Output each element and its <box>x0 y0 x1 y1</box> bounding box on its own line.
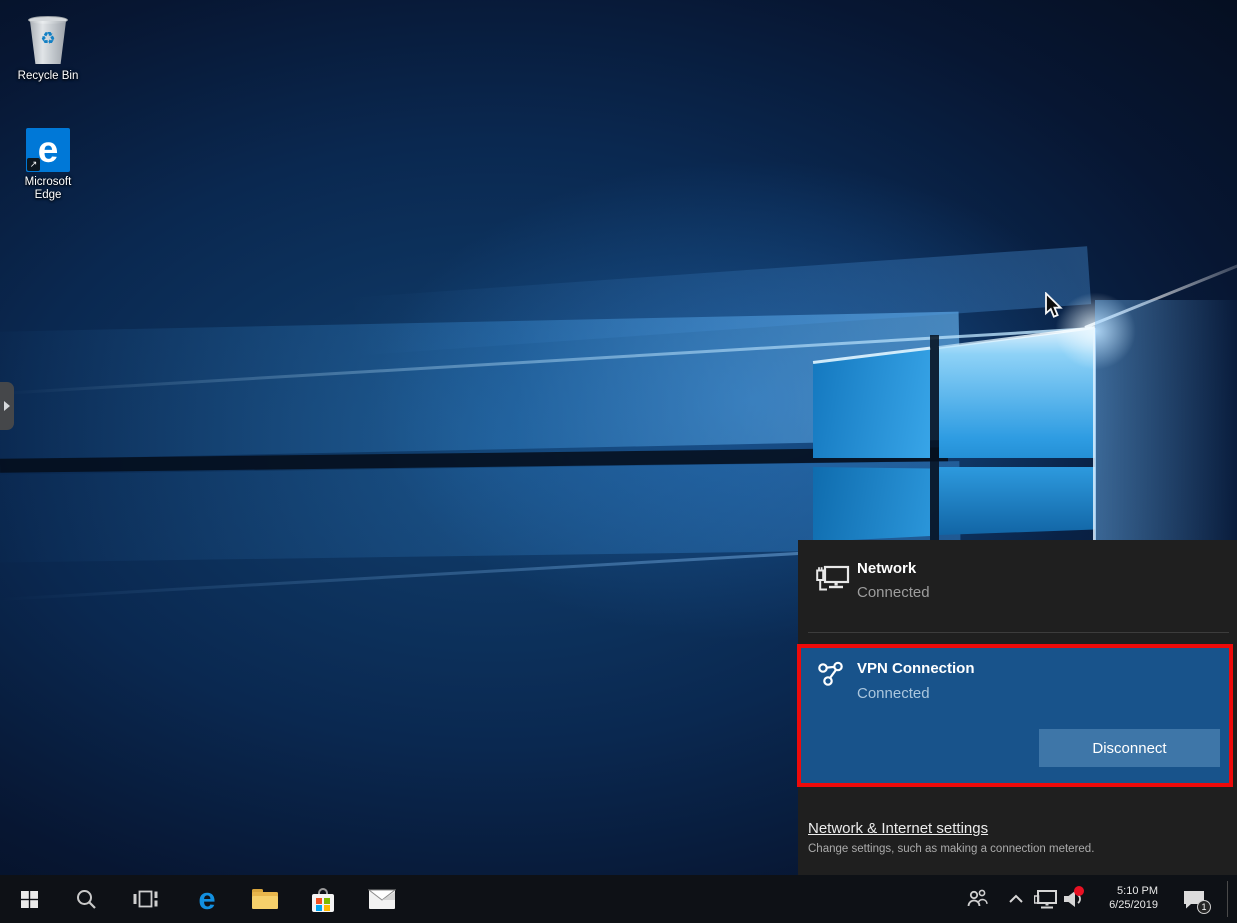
file-explorer-icon <box>252 889 278 909</box>
clock-time: 5:10 PM <box>1086 884 1158 898</box>
mail-button[interactable] <box>360 875 404 923</box>
windows-logo-pane-top-left <box>813 348 930 458</box>
ethernet-icon <box>815 564 851 596</box>
mail-icon <box>368 889 396 910</box>
search-icon <box>75 888 97 910</box>
desktop-icon-microsoft-edge[interactable]: e ↗ Microsoft Edge <box>0 128 96 202</box>
taskbar-clock[interactable]: 5:10 PM 6/25/2019 <box>1086 884 1158 912</box>
vpn-list-item[interactable]: VPN Connection Connected Disconnect <box>801 648 1229 783</box>
edge-icon: e <box>198 881 215 917</box>
vpn-status: Connected <box>857 685 930 702</box>
windows-desktop: ♻ Recycle Bin e ↗ Microsoft Edge Network <box>0 0 1237 923</box>
windows-logo-pane-bottom-right <box>939 467 1095 535</box>
edge-icon: e ↗ <box>26 128 70 172</box>
action-center-badge: 1 <box>1197 900 1211 914</box>
show-desktop-button[interactable] <box>1227 881 1228 917</box>
desktop-icon-label: Recycle Bin <box>0 70 96 83</box>
mouse-cursor <box>1043 292 1063 320</box>
desktop-icon-label: Microsoft Edge <box>18 176 78 202</box>
shortcut-arrow-icon: ↗ <box>27 158 40 171</box>
task-view-button[interactable] <box>123 875 167 923</box>
taskbar: e <box>0 875 1237 923</box>
network-list-item[interactable]: Network Connected <box>798 540 1237 632</box>
task-view-icon <box>133 887 158 911</box>
flyout-divider <box>808 632 1229 633</box>
desktop-icon-recycle-bin[interactable]: ♻ Recycle Bin <box>0 16 96 83</box>
start-button[interactable] <box>7 875 51 923</box>
recycle-bin-icon: ♻ <box>25 16 71 66</box>
network-name: Network <box>857 560 916 577</box>
volume-tray-button[interactable] <box>1058 875 1088 923</box>
wallpaper-right-glow <box>1095 300 1237 580</box>
vpn-icon <box>816 660 848 690</box>
recycle-symbol-icon: ♻ <box>25 29 71 49</box>
store-icon <box>310 886 336 913</box>
wallpaper-light-edge <box>813 347 930 364</box>
disconnect-button[interactable]: Disconnect <box>1039 729 1220 767</box>
file-explorer-button[interactable] <box>243 875 287 923</box>
windows-logo-pane-bottom-left <box>813 467 930 542</box>
settings-hint-text: Change settings, such as making a connec… <box>808 843 1094 855</box>
vpn-name: VPN Connection <box>857 660 975 677</box>
network-icon <box>1034 888 1059 911</box>
edge-taskbar-button[interactable]: e <box>185 875 229 923</box>
wallpaper-corner-glow <box>1038 276 1153 386</box>
people-icon <box>966 888 989 910</box>
wallpaper-beam <box>0 312 961 461</box>
network-internet-settings-link[interactable]: Network & Internet settings <box>808 820 988 837</box>
network-tray-button[interactable] <box>1032 875 1060 923</box>
wallpaper-light-edge <box>1093 328 1096 540</box>
clock-date: 6/25/2019 <box>1086 898 1158 912</box>
notification-dot <box>1074 886 1084 896</box>
hidden-icons-chevron-icon <box>1008 893 1024 905</box>
side-panel-tab[interactable] <box>0 382 14 430</box>
people-button[interactable] <box>962 875 992 923</box>
windows-logo-divider <box>930 335 939 542</box>
action-center-button[interactable]: 1 <box>1176 875 1212 923</box>
start-icon <box>21 891 38 908</box>
expand-arrow-icon <box>4 401 10 411</box>
wallpaper-light-edge <box>939 326 1095 349</box>
search-button[interactable] <box>64 875 108 923</box>
windows-logo-pane-top-right <box>939 328 1095 458</box>
store-button[interactable] <box>301 875 345 923</box>
network-status: Connected <box>857 584 930 601</box>
wallpaper-light-ray <box>1084 247 1237 328</box>
wallpaper-light-ray <box>0 327 1093 395</box>
hidden-icons-button[interactable] <box>1002 875 1030 923</box>
wallpaper-beam <box>349 246 1091 355</box>
wallpaper-dark-band <box>0 447 948 473</box>
